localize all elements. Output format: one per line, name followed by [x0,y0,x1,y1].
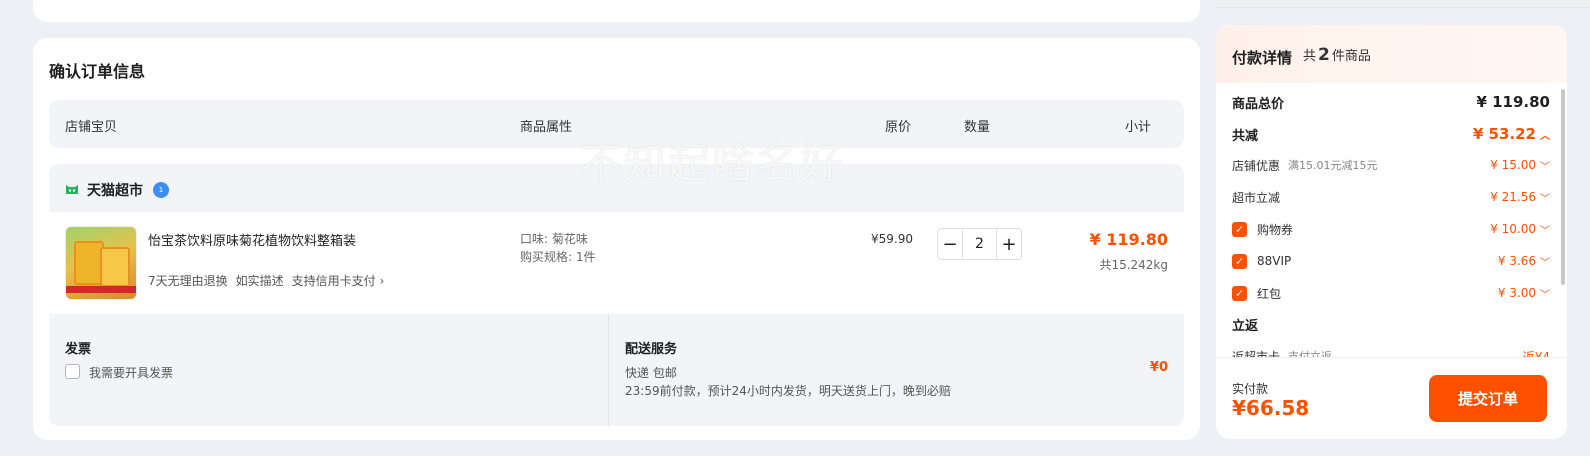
header-quantity: 数量 [964,120,991,135]
vip-checkbox[interactable]: ✓ [1232,253,1247,269]
delivery-promise: 23:59前付款，预计24小时内发货，明天送货上门，晚到必赔 [625,384,951,398]
payment-footer: 实付款 ¥66.58 提交订单 [1216,357,1567,439]
item-weight: 共15.242kg [1099,258,1168,272]
market-discount-value: ¥ 21.56 ﹀ [1490,190,1550,205]
rebate-card-row[interactable]: 返超市卡 支付立返 返¥4 [1232,345,1550,358]
store-name[interactable]: 天猫超市 [87,180,143,200]
customer-service-icon[interactable]: 1 [153,182,169,198]
store-order-block: 天猫超市 1 怡宝茶饮料原味菊花植物饮料整箱装 7天无理由退换 如实描述 支持信… [49,164,1184,426]
top-divider [1216,0,1590,8]
delivery-panel: 配送服务 快递 包邮 23:59前付款，预计24小时内发货，明天送货上门，晚到必… [609,314,1184,426]
delivery-fee: ¥0 [1149,360,1168,375]
invoice-delivery-section: 发票 我需要开具发票 配送服务 快递 包邮 23:59前付款，预计24小时内发货… [49,314,1184,426]
rebate-card-label: 返超市卡 [1232,349,1281,358]
red-packet-value: ¥ 3.00 ﹀ [1497,286,1550,301]
rebate-card-note: 支付立返 [1288,350,1333,357]
watermark-text: 不知起啥名好 [580,139,845,188]
vip-row[interactable]: ✓ 88VIP ¥ 3.66 ﹀ [1232,250,1550,272]
order-confirmation-card: 确认订单信息 店铺宝贝 商品属性 原价 数量 小计 天猫超市 1 怡宝茶饮料原味… [33,38,1200,440]
submit-order-button[interactable]: 提交订单 [1429,375,1547,422]
invoice-panel: 发票 我需要开具发票 [49,314,609,426]
product-name[interactable]: 怡宝茶饮料原味菊花植物饮料整箱装 [148,230,356,249]
header-item: 店铺宝贝 [65,120,118,135]
store-discount-row[interactable]: 店铺优惠 满15.01元减15元 ¥ 15.00 ﹀ [1232,154,1550,176]
coupon-value: ¥ 10.00 ﹀ [1490,222,1550,237]
payment-header: 付款详情 共 2 件商品 [1216,25,1567,83]
total-discount-value: ¥ 53.22 ︿ [1472,125,1550,143]
payment-title: 付款详情 [1232,49,1293,67]
delivery-title: 配送服务 [625,342,678,357]
cart-item-row: 怡宝茶饮料原味菊花植物饮料整箱装 7天无理由退换 如实描述 支持信用卡支付 › … [49,212,1184,314]
payment-details-card: 付款详情 共 2 件商品 商品总价 ¥ 119.80 共减 ¥ 53.22 ︿ 店… [1216,25,1567,439]
service-tag: 7天无理由退换 [148,274,228,288]
chevron-down-icon[interactable]: ﹀ [1540,222,1550,237]
market-discount-label: 超市立减 [1232,190,1281,205]
total-discount-label: 共减 [1232,128,1259,144]
invoice-checkbox-label[interactable]: 我需要开具发票 [89,364,173,381]
coupon-label: 购物券 [1257,222,1294,237]
previous-card-bottom [33,0,1200,22]
coupon-row[interactable]: ✓ 购物券 ¥ 10.00 ﹀ [1232,218,1550,240]
red-packet-row[interactable]: ✓ 红包 ¥ 3.00 ﹀ [1232,282,1550,304]
service-tag-credit-card[interactable]: 支持信用卡支付 › [292,272,385,289]
attribute-flavor: 口味: 菊花味 [520,232,588,246]
goods-total-row: 商品总价 ¥ 119.80 [1232,91,1550,113]
original-price: ¥59.90 [871,232,913,246]
header-subtotal: 小计 [1125,120,1152,135]
invoice-title: 发票 [65,342,92,357]
market-discount-row[interactable]: 超市立减 ¥ 21.56 ﹀ [1232,186,1550,208]
goods-total-value: ¥ 119.80 [1476,93,1550,111]
service-tags: 7天无理由退换 如实描述 支持信用卡支付 › [148,272,384,289]
vip-label: 88VIP [1257,254,1292,268]
store-discount-note: 满15.01元减15元 [1288,159,1378,172]
invoice-checkbox[interactable] [65,364,80,379]
service-tag: 如实描述 [235,274,284,288]
goods-total-label: 商品总价 [1232,96,1285,112]
store-discount-label: 店铺优惠 [1232,158,1281,173]
rebate-card-value: 返¥4 [1522,349,1550,358]
chevron-down-icon[interactable]: ﹀ [1540,254,1550,269]
red-packet-label: 红包 [1257,286,1282,301]
order-section-title: 确认订单信息 [49,62,146,81]
item-count-suffix: 件商品 [1331,49,1371,64]
chevron-up-icon[interactable]: ︿ [1540,127,1550,142]
payment-breakdown-list[interactable]: 商品总价 ¥ 119.80 共减 ¥ 53.22 ︿ 店铺优惠 满15.01元减1… [1216,83,1567,357]
chevron-down-icon[interactable]: ﹀ [1540,158,1550,173]
product-promo-band [66,286,136,293]
item-count-prefix: 共 [1303,49,1317,64]
payment-list-scrollbar[interactable] [1561,89,1565,285]
increase-quantity-button[interactable]: + [997,229,1021,259]
coupon-checkbox[interactable]: ✓ [1232,221,1247,237]
header-attributes: 商品属性 [520,120,573,135]
store-header: 天猫超市 1 [65,180,169,200]
rebate-section-row: 立返 [1232,313,1550,335]
quantity-input[interactable]: 2 [962,229,997,259]
header-price: 原价 [885,120,912,135]
actual-payment-amount: ¥66.58 [1232,396,1310,420]
chevron-down-icon[interactable]: ﹀ [1540,190,1550,205]
rebate-label: 立返 [1232,318,1259,334]
chevron-down-icon[interactable]: ﹀ [1540,286,1550,301]
item-count-number: 2 [1318,45,1330,65]
item-count: 共 2 件商品 [1303,45,1371,65]
quantity-stepper: − 2 + [937,228,1022,260]
store-discount-value: ¥ 15.00 ﹀ [1490,158,1550,173]
vip-value: ¥ 3.66 ﹀ [1497,254,1550,269]
product-thumbnail[interactable] [65,226,137,300]
red-packet-checkbox[interactable]: ✓ [1232,285,1247,301]
attribute-spec: 购买规格: 1件 [520,250,596,264]
item-subtotal: ¥ 119.80 [1089,230,1168,249]
actual-payment-label: 实付款 [1232,382,1269,396]
tmall-cat-icon [66,185,78,194]
product-box-image [100,247,130,287]
decrease-quantity-button[interactable]: − [938,229,962,259]
total-discount-row[interactable]: 共减 ¥ 53.22 ︿ [1232,123,1550,145]
delivery-method: 快递 包邮 [625,366,677,380]
